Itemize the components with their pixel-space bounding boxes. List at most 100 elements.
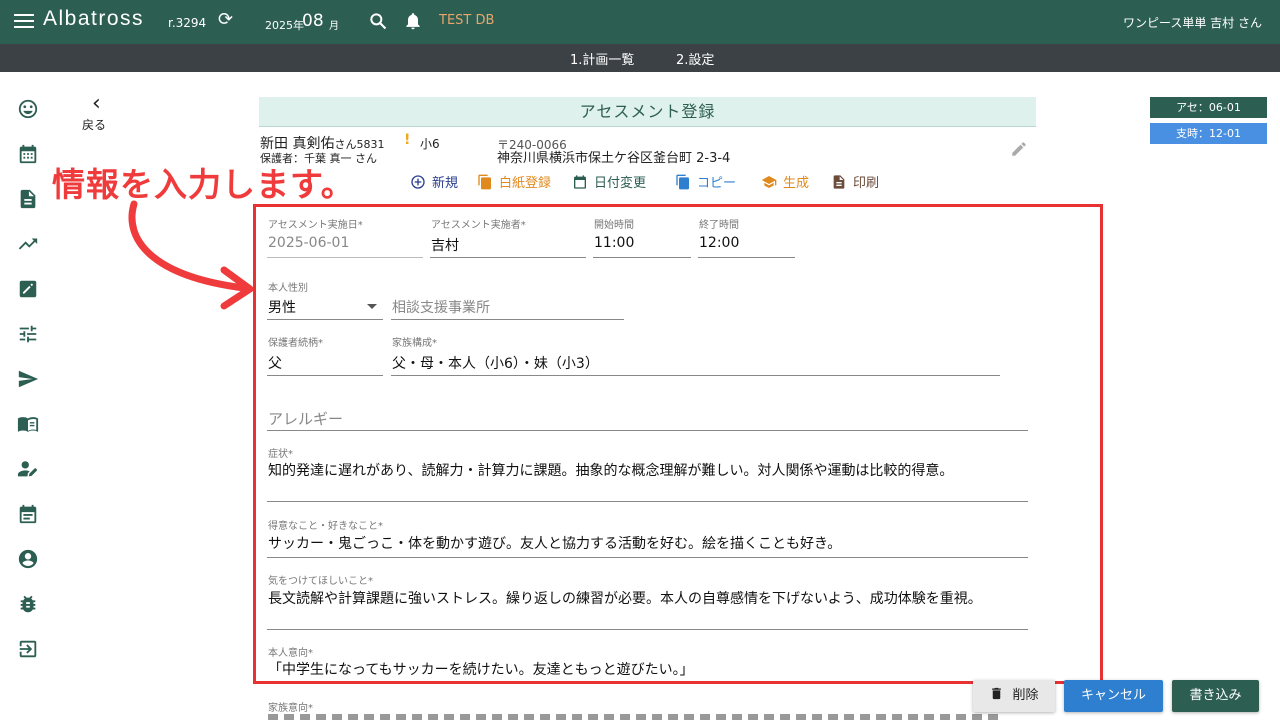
new-button[interactable]: 新規 xyxy=(410,172,458,191)
change-date-label: 日付変更 xyxy=(594,176,647,191)
save-button[interactable]: 書き込み xyxy=(1172,680,1259,712)
edit-icon[interactable] xyxy=(17,278,39,300)
assessor-underline xyxy=(430,257,586,258)
gender-label: 本人性別 xyxy=(268,283,308,294)
school-icon xyxy=(761,176,777,188)
blank-register-button[interactable]: 白紙登録 xyxy=(477,172,551,191)
allergy-underline xyxy=(267,430,1028,431)
assessment-badge[interactable]: アセ：06-01 xyxy=(1150,97,1267,118)
top-app-bar: Albatross r.3294 ⟳ 2025年 08 月 TEST DB ワン… xyxy=(0,0,1280,44)
symptom-field[interactable]: 知的発達に遅れがあり、読解力・計算力に課題。抽象的な概念理解が難しい。対人関係や… xyxy=(268,462,1020,480)
assessor-label: アセスメント実施者* xyxy=(431,220,526,231)
print-icon xyxy=(833,175,845,189)
good-underline xyxy=(267,557,1028,558)
back-label: 戻る xyxy=(82,118,107,132)
family-field[interactable]: 父・母・本人（小6）・妹（小3） xyxy=(392,353,599,373)
symptom-underline xyxy=(267,501,1028,502)
book-icon[interactable] xyxy=(17,413,39,435)
user-name[interactable]: ワンピース単単 吉村 さん xyxy=(1123,14,1262,31)
add-circle-icon xyxy=(411,175,425,189)
trending-up-icon[interactable] xyxy=(17,233,39,255)
account-circle-icon[interactable] xyxy=(17,548,39,570)
event-icon[interactable] xyxy=(17,503,39,525)
send-icon[interactable] xyxy=(17,368,39,390)
end-time-field[interactable]: 12:00 xyxy=(699,235,739,251)
relation-label: 保護者続柄* xyxy=(268,338,323,349)
alert-icon: ! xyxy=(404,132,411,148)
tab-settings[interactable]: 2.設定 xyxy=(676,49,714,68)
gender-underline xyxy=(267,319,383,320)
address: 神奈川県横浜市保土ケ谷区釜台町 2-3-4 xyxy=(497,151,731,166)
relation-underline xyxy=(267,375,383,376)
input-highlight-box xyxy=(253,204,1103,684)
revision-label: r.3294 xyxy=(168,16,207,30)
change-date-button[interactable]: 日付変更 xyxy=(572,172,646,191)
copy-icon xyxy=(676,174,689,190)
month-selector[interactable]: 08 xyxy=(302,11,324,31)
year-label: 2025年 xyxy=(265,19,304,32)
blank-register-label: 白紙登録 xyxy=(499,176,552,191)
symptom-label: 症状* xyxy=(268,449,293,460)
copy-label: コピー xyxy=(697,176,737,191)
cancel-button[interactable]: キャンセル xyxy=(1064,680,1163,712)
care-field[interactable]: 長文読解や計算課題に強いストレス。繰り返しの練習が必要。本人の自尊感情を下げない… xyxy=(268,590,1028,608)
delete-button[interactable]: 削除 xyxy=(973,680,1055,712)
good-label: 得意なこと・好きなこと* xyxy=(268,521,383,532)
annotation-arrow-icon xyxy=(128,200,254,310)
document-icon[interactable] xyxy=(17,188,39,210)
assessor-field[interactable]: 吉村 xyxy=(431,235,459,255)
intent-label: 本人意向* xyxy=(268,648,313,659)
start-time-label: 開始時間 xyxy=(594,220,634,231)
family-underline xyxy=(391,375,1000,376)
generate-button[interactable]: 生成 xyxy=(761,172,809,191)
care-label: 気をつけてほしいこと* xyxy=(268,576,373,587)
smiley-icon[interactable] xyxy=(17,98,39,120)
family-intent-field[interactable] xyxy=(268,714,998,720)
pencil-icon[interactable] xyxy=(1010,140,1028,158)
chevron-down-icon[interactable] xyxy=(367,304,377,309)
page-title: アセスメント登録 xyxy=(259,97,1036,127)
allergy-field[interactable]: アレルギー xyxy=(268,408,343,429)
refresh-icon[interactable]: ⟳ xyxy=(218,9,233,30)
trash-icon xyxy=(992,687,1002,700)
date-underline xyxy=(267,257,423,258)
intent-field[interactable]: 「中学生になってもサッカーを続けたい。友達ともっと遊びたい。」 xyxy=(268,661,1020,679)
date-label: アセスメント実施日* xyxy=(268,220,363,231)
gender-select[interactable]: 男性 xyxy=(268,297,296,317)
relation-field[interactable]: 父 xyxy=(268,353,282,373)
db-label: TEST DB xyxy=(439,13,495,28)
start-time-underline xyxy=(593,257,691,258)
start-time-field[interactable]: 11:00 xyxy=(594,235,634,251)
login-icon[interactable] xyxy=(17,638,39,660)
chevron-left-icon: ‹ xyxy=(92,91,101,116)
user-edit-icon[interactable] xyxy=(17,458,39,480)
person-grade: 小6 xyxy=(420,137,440,151)
calendar-icon[interactable] xyxy=(17,143,39,165)
good-field[interactable]: サッカー・鬼ごっこ・体を動かす遊び。友人と協力する活動を好む。絵を描くことも好き… xyxy=(268,535,1020,553)
print-button[interactable]: 印刷 xyxy=(831,172,879,191)
generate-label: 生成 xyxy=(783,176,810,191)
copy-button[interactable]: コピー xyxy=(675,172,736,191)
office-underline xyxy=(391,319,624,320)
menu-icon[interactable] xyxy=(14,11,34,31)
bell-icon[interactable] xyxy=(403,10,423,32)
new-label: 新規 xyxy=(432,176,459,191)
search-icon[interactable] xyxy=(368,11,388,31)
care-underline xyxy=(267,629,1028,630)
app-logo[interactable]: Albatross xyxy=(43,7,144,31)
calendar-icon xyxy=(574,175,586,189)
family-label: 家族構成* xyxy=(392,338,437,349)
bug-icon[interactable] xyxy=(17,593,39,615)
tune-icon[interactable] xyxy=(17,323,39,345)
office-field[interactable]: 相談支援事業所 xyxy=(392,297,490,317)
end-time-label: 終了時間 xyxy=(699,220,739,231)
month-suffix: 月 xyxy=(329,21,339,32)
print-label: 印刷 xyxy=(853,176,880,191)
support-badge[interactable]: 支時：12-01 xyxy=(1150,123,1267,144)
tab-plan-list[interactable]: 1.計画一覧 xyxy=(570,49,634,68)
end-time-underline xyxy=(698,257,795,258)
delete-label: 削除 xyxy=(1012,688,1039,703)
sub-nav: 1.計画一覧 2.設定 xyxy=(0,44,1280,72)
back-button[interactable]: ‹ 戻る xyxy=(82,91,122,133)
date-field[interactable]: 2025-06-01 xyxy=(268,235,349,251)
